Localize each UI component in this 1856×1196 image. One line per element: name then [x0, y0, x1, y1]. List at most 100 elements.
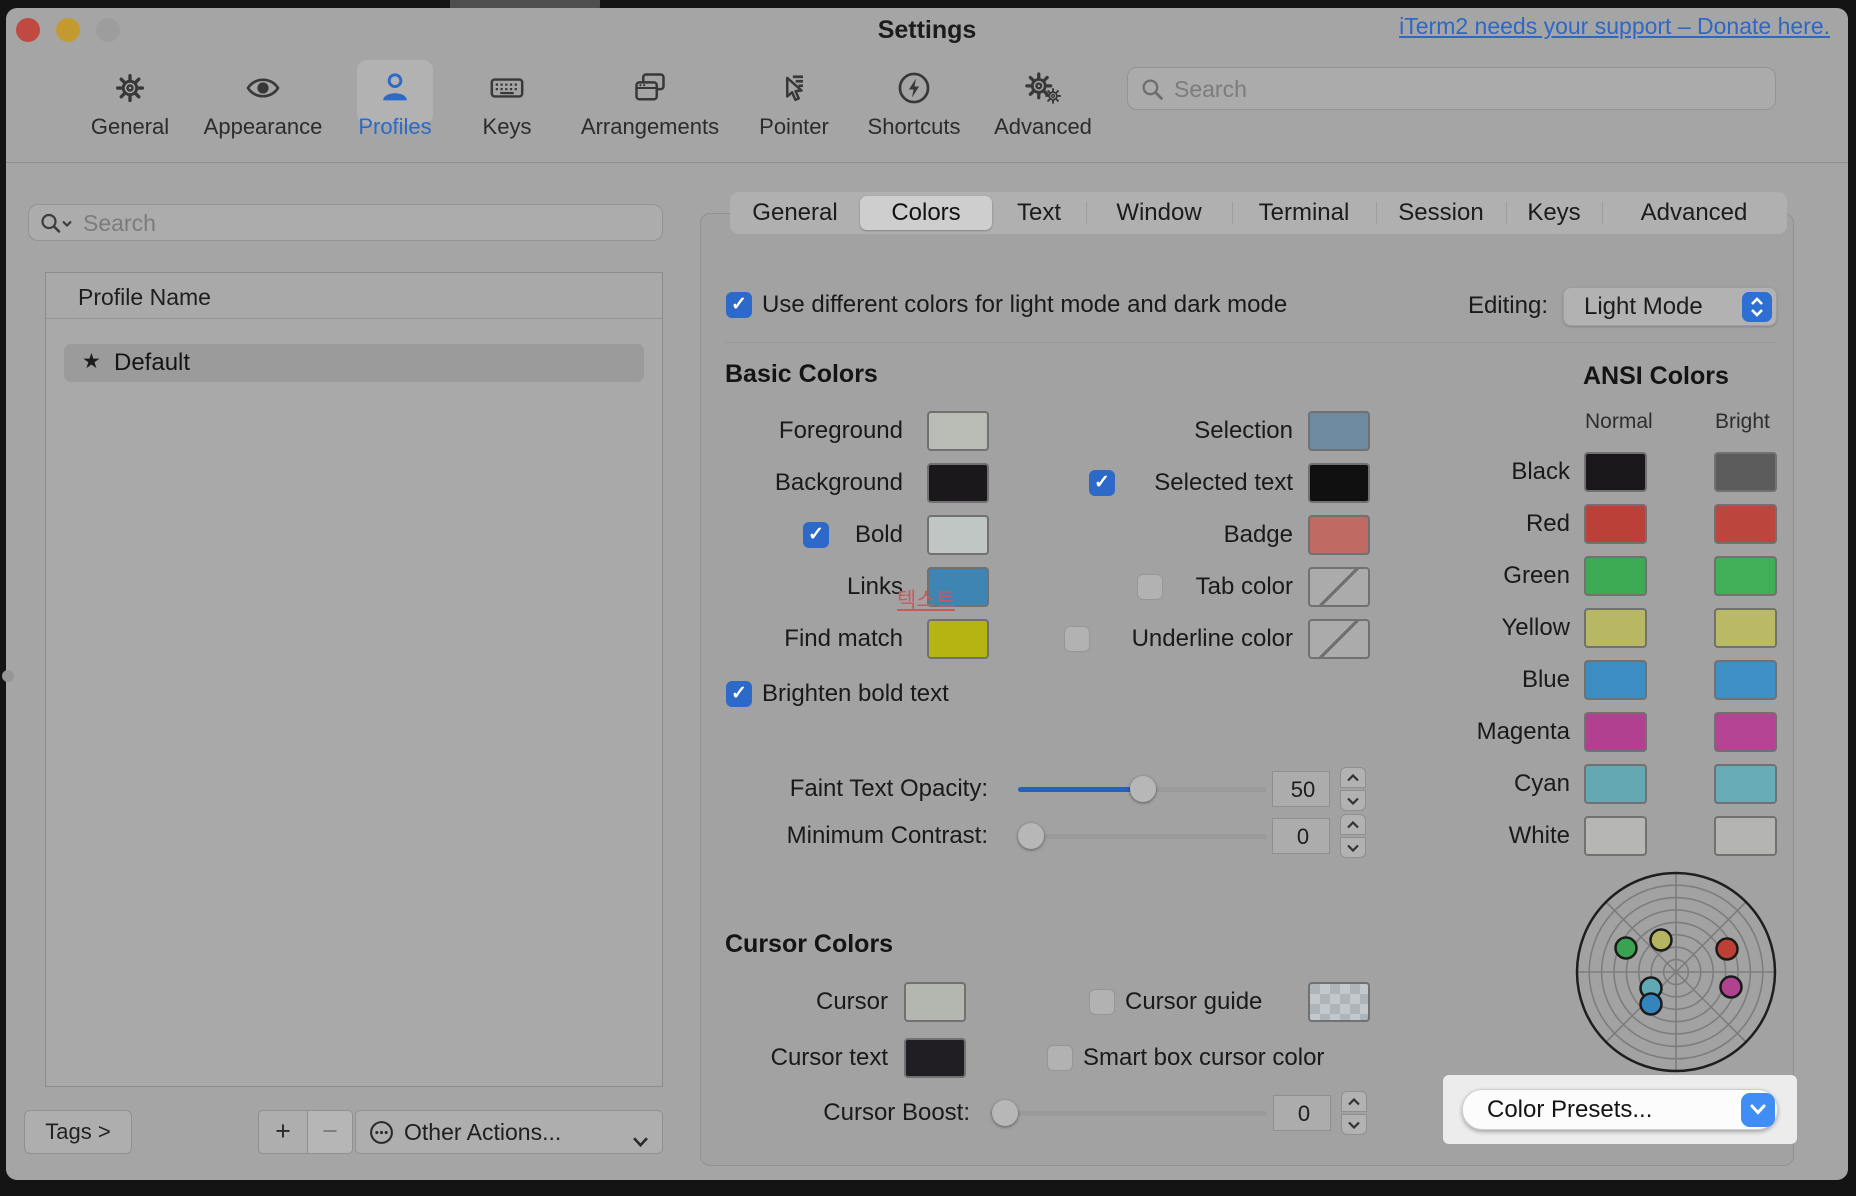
tab-advanced[interactable]: Advanced [1624, 192, 1764, 234]
faint-opacity-stepper[interactable] [1340, 767, 1366, 811]
ansi-red-normal-well[interactable] [1584, 504, 1647, 544]
bold-checkbox[interactable]: ✓ [803, 522, 829, 548]
toolbar-item-general[interactable]: General [55, 60, 205, 140]
toolbar-search-input[interactable] [1172, 68, 1661, 111]
tab-general[interactable]: General [725, 192, 865, 234]
editing-mode-dropdown[interactable]: Light Mode [1563, 287, 1777, 326]
tab-window[interactable]: Window [1089, 192, 1229, 234]
background-color-well[interactable] [927, 463, 989, 503]
tags-button[interactable]: Tags > [24, 1110, 132, 1154]
gear-icon [112, 70, 148, 106]
smart-box-cursor-checkbox[interactable] [1047, 1045, 1073, 1071]
ansi-black-normal-well[interactable] [1584, 452, 1647, 492]
cursor-boost-slider[interactable] [990, 1111, 1267, 1116]
cursor-text-label: Cursor text [700, 1043, 888, 1073]
underline-color-checkbox[interactable] [1064, 626, 1090, 652]
cursor-boost-thumb[interactable] [992, 1100, 1018, 1126]
toolbar-item-advanced[interactable]: Advanced [968, 60, 1118, 140]
ansi-normal-header: Normal [1585, 410, 1653, 434]
selected-text-checkbox[interactable]: ✓ [1089, 470, 1115, 496]
ansi-blue-normal-well[interactable] [1584, 660, 1647, 700]
ansi-yellow-normal-well[interactable] [1584, 608, 1647, 648]
faint-opacity-input[interactable] [1273, 772, 1333, 808]
ansi-white-normal-well[interactable] [1584, 816, 1647, 856]
add-profile-button[interactable]: + [259, 1111, 307, 1153]
underline-color-well-empty[interactable] [1308, 619, 1370, 659]
pointer-cursor-icon [776, 70, 812, 106]
profile-row-default[interactable]: ★ Default [64, 344, 644, 382]
ansi-black-label: Black [1390, 457, 1570, 487]
find-match-color-well[interactable] [927, 619, 989, 659]
badge-color-well[interactable] [1308, 515, 1370, 555]
ansi-magenta-bright-well[interactable] [1714, 712, 1777, 752]
min-contrast-input[interactable] [1273, 819, 1333, 855]
ansi-green-bright-well[interactable] [1714, 556, 1777, 596]
tab-text[interactable]: Text [969, 192, 1109, 234]
bold-label: Bold [835, 520, 903, 550]
brighten-bold-label: Brighten bold text [762, 679, 949, 709]
light-dark-mode-label: Use different colors for light mode and … [762, 290, 1287, 320]
list-header-divider [46, 318, 662, 319]
tab-terminal[interactable]: Terminal [1234, 192, 1374, 234]
faint-opacity-thumb[interactable] [1130, 776, 1156, 802]
tab-color-well-empty[interactable] [1308, 567, 1370, 607]
color-presets-dropdown[interactable]: Color Presets... [1462, 1089, 1778, 1130]
cursor-text-color-well[interactable] [904, 1038, 966, 1078]
cursor-boost-stepper[interactable] [1341, 1091, 1367, 1135]
ansi-yellow-label: Yellow [1390, 613, 1570, 643]
toolbar-search[interactable] [1127, 67, 1776, 110]
donate-link[interactable]: iTerm2 needs your support – Donate here. [1399, 13, 1830, 40]
window-edge-dot [2, 670, 14, 682]
ansi-black-bright-well[interactable] [1714, 452, 1777, 492]
cursor-guide-color-well[interactable] [1308, 982, 1370, 1022]
cursor-boost-field[interactable] [1273, 1095, 1331, 1131]
ansi-red-bright-well[interactable] [1714, 504, 1777, 544]
ansi-magenta-normal-well[interactable] [1584, 712, 1647, 752]
bold-color-well[interactable] [927, 515, 989, 555]
min-contrast-thumb[interactable] [1018, 823, 1044, 849]
brighten-bold-checkbox[interactable]: ✓ [726, 681, 752, 707]
other-actions-dropdown[interactable]: Other Actions... [355, 1110, 663, 1154]
ansi-green-normal-well[interactable] [1584, 556, 1647, 596]
cursor-boost-input[interactable] [1274, 1096, 1334, 1132]
cursor-color-well[interactable] [904, 982, 966, 1022]
color-presets-highlight: Color Presets... [1443, 1075, 1797, 1144]
ansi-white-label: White [1390, 821, 1570, 851]
badge-label: Badge [1100, 520, 1293, 550]
profile-search[interactable] [28, 204, 663, 241]
ansi-blue-bright-well[interactable] [1714, 660, 1777, 700]
background-label: Background [700, 468, 903, 498]
min-contrast-slider[interactable] [1018, 834, 1267, 839]
toolbar-item-shortcuts[interactable]: Shortcuts [839, 60, 989, 140]
selection-color-well[interactable] [1308, 411, 1370, 451]
chevron-down-icon [1741, 1093, 1775, 1127]
min-contrast-field[interactable] [1272, 818, 1330, 854]
tab-color-label: Tab color [1160, 572, 1293, 602]
ansi-blue-label: Blue [1390, 665, 1570, 695]
editing-label: Editing: [1420, 291, 1548, 321]
selected-text-color-well[interactable] [1308, 463, 1370, 503]
remove-profile-button[interactable]: − [307, 1111, 352, 1153]
ansi-cyan-bright-well[interactable] [1714, 764, 1777, 804]
toolbar-item-appearance[interactable]: Appearance [188, 60, 338, 140]
underline-color-label: Underline color [1095, 624, 1293, 654]
toolbar-item-arrangements[interactable]: Arrangements [575, 60, 725, 140]
faint-opacity-field[interactable] [1272, 771, 1330, 807]
links-label: Links [700, 572, 903, 602]
light-dark-mode-checkbox[interactable]: ✓ [726, 292, 752, 318]
min-contrast-stepper[interactable] [1340, 814, 1366, 858]
tab-divider [1232, 202, 1233, 224]
ansi-yellow-bright-well[interactable] [1714, 608, 1777, 648]
toolbar-item-keys[interactable]: Keys [432, 60, 582, 140]
foreground-color-well[interactable] [927, 411, 989, 451]
cursor-guide-checkbox[interactable] [1089, 989, 1115, 1015]
ansi-colors-heading: ANSI Colors [1583, 362, 1729, 391]
ansi-cyan-normal-well[interactable] [1584, 764, 1647, 804]
windows-stack-icon [632, 70, 668, 106]
tab-keys[interactable]: Keys [1484, 192, 1624, 234]
ansi-white-bright-well[interactable] [1714, 816, 1777, 856]
selection-label: Selection [1100, 416, 1293, 446]
chevron-down-icon [633, 1127, 648, 1153]
profile-search-input[interactable] [81, 205, 560, 242]
ellipsis-circle-icon [368, 1119, 395, 1152]
